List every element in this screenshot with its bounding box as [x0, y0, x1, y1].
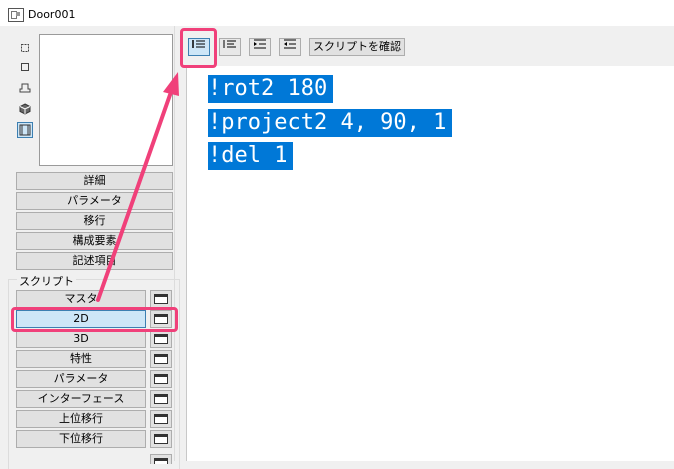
annotation-arrow-icon: [96, 72, 179, 302]
